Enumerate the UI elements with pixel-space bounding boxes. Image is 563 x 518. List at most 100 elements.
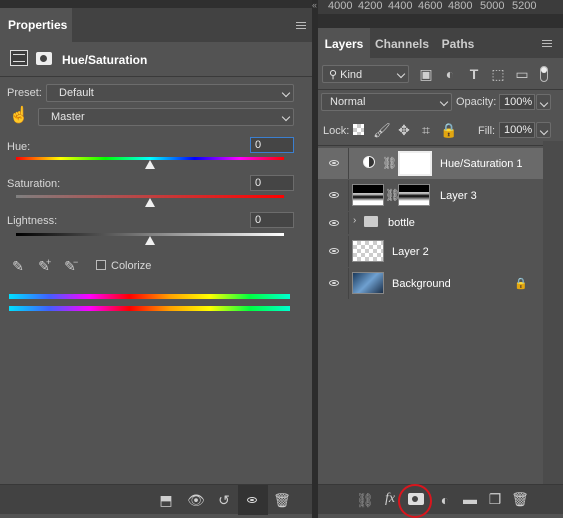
layer-name[interactable]: Hue/Saturation 1	[440, 158, 523, 170]
filter-kind-value: Kind	[340, 69, 363, 81]
chevron-right-icon[interactable]: ›	[353, 215, 356, 226]
layer-row[interactable]: Layer 2	[318, 236, 543, 267]
ruler: 4000 4200 4400 4600 4800 5000 5200	[318, 0, 563, 14]
search-icon: ⚲	[329, 69, 341, 81]
view-previous-state-icon[interactable]: 👁	[186, 491, 206, 509]
preset-label: Preset:	[7, 87, 42, 99]
filter-smart-object-icon[interactable]: ▭	[514, 65, 530, 83]
layer-row[interactable]: ⛓ Layer 3	[318, 180, 543, 211]
trash-icon[interactable]: 🗑	[272, 491, 292, 509]
layer-name[interactable]: Layer 2	[392, 246, 429, 258]
opacity-dropdown[interactable]	[536, 94, 551, 110]
saturation-label: Saturation:	[7, 178, 61, 190]
layers-panel: 4000 4200 4400 4600 4800 5000 5200 Layer…	[318, 0, 563, 518]
link-icon[interactable]: ⛓	[385, 186, 400, 204]
preset-dropdown[interactable]: Default	[46, 84, 294, 102]
divider	[0, 76, 312, 77]
lock-all-icon[interactable]: 🔒	[440, 121, 457, 139]
hue-label: Hue:	[7, 141, 31, 153]
scrollbar[interactable]	[543, 141, 563, 486]
eye-icon[interactable]	[329, 280, 339, 286]
link-icon[interactable]: ⛓	[382, 154, 397, 172]
preset-value: Default	[59, 87, 94, 99]
chevron-down-icon	[539, 98, 549, 108]
hue-input[interactable]: 0	[250, 137, 294, 153]
saturation-input[interactable]: 0	[250, 175, 294, 191]
channel-value: Master	[51, 111, 85, 123]
ruler-mark: 5000	[480, 0, 505, 12]
layer-name[interactable]: bottle	[388, 217, 415, 229]
chevron-down-icon	[396, 69, 406, 79]
opacity-input[interactable]: 100%	[499, 94, 535, 110]
lock-artboard-icon[interactable]: ⌗	[418, 121, 434, 139]
eye-icon[interactable]	[329, 192, 339, 198]
tab-paths[interactable]: Paths	[434, 28, 482, 58]
filter-adjustment-icon[interactable]: ◐	[442, 65, 458, 83]
eye-icon[interactable]	[329, 220, 339, 226]
adjustment-title: Hue/Saturation	[62, 53, 148, 67]
fx-icon[interactable]: fx	[381, 490, 399, 508]
layers-tabbar: Layers Channels Paths	[318, 28, 563, 58]
adjustment-layer-icon	[363, 156, 375, 168]
blend-mode-value: Normal	[330, 96, 366, 108]
layer-thumbnail[interactable]	[352, 184, 384, 206]
layer-row[interactable]: ⛓ Hue/Saturation 1	[318, 148, 543, 179]
eyedropper-plus-icon[interactable]: ✎ +	[35, 257, 53, 275]
filter-toggle[interactable]	[540, 66, 548, 82]
saturation-slider-thumb[interactable]	[145, 198, 155, 207]
new-group-icon[interactable]: ▬	[461, 490, 479, 508]
properties-panel: Properties Hue/Saturation Preset: Defaul…	[0, 0, 312, 518]
fill-input[interactable]: 100%	[499, 122, 535, 138]
filter-kind-dropdown[interactable]: ⚲ Kind	[322, 65, 409, 83]
properties-bottom-bar: ⬒ 👁 ↺ 🗑	[0, 484, 312, 515]
clip-to-layer-icon[interactable]: ⬒	[156, 491, 176, 509]
lock-position-move-icon[interactable]: ✥	[396, 121, 412, 139]
layer-thumbnail[interactable]	[352, 272, 384, 294]
toggle-visibility-button[interactable]	[238, 485, 268, 515]
blend-mode-dropdown[interactable]: Normal	[321, 93, 452, 111]
targeted-adjustment-hand-icon[interactable]: ☝	[9, 107, 29, 125]
layer-mask-thumbnail[interactable]	[398, 184, 430, 206]
lock-icon: 🔒	[514, 278, 528, 290]
eyedropper-icon[interactable]: ✎	[9, 257, 27, 275]
layer-name[interactable]: Layer 3	[440, 190, 477, 202]
new-layer-icon[interactable]: ❐	[486, 490, 504, 508]
layer-row[interactable]: Background 🔒	[318, 268, 543, 299]
colorize-label: Colorize	[111, 260, 152, 272]
trash-icon[interactable]: 🗑	[511, 490, 529, 508]
channel-dropdown[interactable]: Master	[38, 108, 294, 126]
lock-label: Lock:	[323, 125, 350, 137]
chevron-down-icon	[539, 126, 549, 136]
divider	[318, 89, 563, 90]
fill-dropdown[interactable]	[536, 122, 551, 138]
ruler-mark: 4600	[418, 0, 443, 12]
input-color-bar	[9, 294, 290, 299]
reset-icon[interactable]: ↺	[214, 491, 234, 509]
tab-properties[interactable]: Properties	[0, 8, 72, 42]
highlight-circle	[398, 484, 432, 518]
layer-name[interactable]: Background	[392, 278, 451, 290]
lock-transparent-icon[interactable]	[353, 124, 364, 135]
filter-type-icon[interactable]: T	[466, 65, 482, 83]
hue-slider-thumb[interactable]	[145, 160, 155, 169]
tab-channels[interactable]: Channels	[370, 28, 434, 58]
filter-shape-icon[interactable]: ⬚	[490, 65, 506, 83]
layer-thumbnail[interactable]	[352, 240, 384, 262]
lock-image-brush-icon[interactable]: 🖌	[373, 121, 391, 139]
tab-layers[interactable]: Layers	[318, 28, 370, 58]
filter-pixel-icon[interactable]: ▣	[418, 65, 434, 83]
link-layers-icon[interactable]: ⛓	[356, 491, 374, 509]
eyedropper-minus-icon[interactable]: ✎ −	[61, 257, 79, 275]
lightness-slider-thumb[interactable]	[145, 236, 155, 245]
eye-icon[interactable]	[329, 248, 339, 254]
panel-menu-icon[interactable]	[542, 40, 552, 47]
layer-mask-thumbnail[interactable]	[398, 151, 432, 176]
colorize-checkbox[interactable]	[96, 260, 106, 270]
panel-menu-icon[interactable]	[296, 22, 306, 29]
lightness-label: Lightness:	[7, 215, 58, 227]
new-adjustment-layer-icon[interactable]: ◐	[436, 491, 454, 509]
lightness-input[interactable]: 0	[250, 212, 294, 228]
eye-icon[interactable]	[329, 160, 339, 166]
mask-icon[interactable]	[36, 52, 52, 65]
ruler-mark: 4400	[388, 0, 413, 12]
